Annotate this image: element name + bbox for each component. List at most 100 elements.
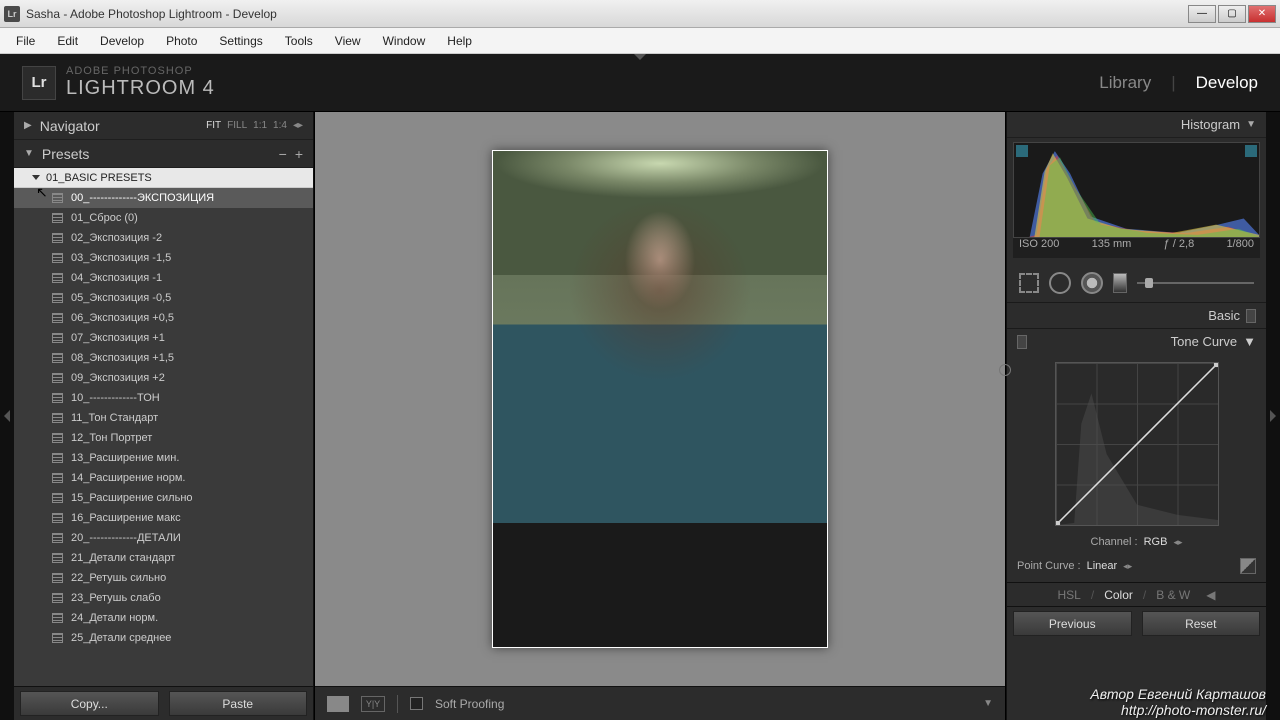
brush-size-slider[interactable] bbox=[1137, 282, 1254, 284]
preset-label: 20_-------------ДЕТАЛИ bbox=[71, 532, 181, 544]
zoom-1-4[interactable]: 1:4 bbox=[273, 120, 287, 131]
chevron-updown-icon[interactable]: ◂▸ bbox=[1173, 537, 1182, 548]
target-adjust-icon[interactable] bbox=[999, 364, 1011, 376]
navigator-header[interactable]: ▶ Navigator FIT FILL 1:1 1:4 ◂▸ bbox=[14, 112, 313, 140]
preset-item[interactable]: 24_Детали норм. bbox=[14, 608, 313, 628]
zoom-chevron-icon[interactable]: ◂▸ bbox=[293, 120, 303, 131]
preset-item[interactable]: 10_-------------ТОН bbox=[14, 388, 313, 408]
preset-item[interactable]: 12_Тон Портрет bbox=[14, 428, 313, 448]
preset-item[interactable]: 21_Детали стандарт bbox=[14, 548, 313, 568]
gradient-tool-icon[interactable] bbox=[1113, 273, 1127, 293]
preset-item[interactable]: 15_Расширение сильно bbox=[14, 488, 313, 508]
reset-button[interactable]: Reset bbox=[1142, 611, 1261, 636]
preset-item[interactable]: 02_Экспозиция -2 bbox=[14, 228, 313, 248]
preset-label: 03_Экспозиция -1,5 bbox=[71, 252, 171, 264]
channel-select[interactable]: RGB bbox=[1144, 536, 1168, 548]
tab-color[interactable]: Color bbox=[1104, 588, 1133, 602]
tone-curve-graph[interactable] bbox=[1055, 362, 1219, 526]
preset-icon bbox=[52, 193, 63, 203]
preset-item[interactable]: 00_-------------ЭКСПОЗИЦИЯ bbox=[14, 188, 313, 208]
preset-item[interactable]: 23_Ретушь слабо bbox=[14, 588, 313, 608]
maximize-button[interactable]: ▢ bbox=[1218, 5, 1246, 23]
crop-tool-icon[interactable] bbox=[1019, 273, 1039, 293]
menu-help[interactable]: Help bbox=[437, 31, 482, 51]
paste-button[interactable]: Paste bbox=[169, 691, 308, 716]
right-panel-grip[interactable] bbox=[1266, 112, 1280, 720]
panel-switch-icon[interactable] bbox=[1246, 309, 1256, 323]
curve-edit-icon[interactable] bbox=[1240, 558, 1256, 574]
basic-header[interactable]: Basic bbox=[1007, 302, 1266, 328]
preset-item[interactable]: 22_Ретушь сильно bbox=[14, 568, 313, 588]
preset-icon bbox=[52, 493, 63, 503]
presets-collapse-icon[interactable]: − bbox=[279, 146, 287, 162]
preset-item[interactable]: 14_Расширение норм. bbox=[14, 468, 313, 488]
redeye-tool-icon[interactable] bbox=[1081, 272, 1103, 294]
loupe-view-icon[interactable] bbox=[327, 696, 349, 712]
panel-switch-icon[interactable] bbox=[1017, 335, 1027, 349]
preset-item[interactable]: 13_Расширение мин. bbox=[14, 448, 313, 468]
zoom-1-1[interactable]: 1:1 bbox=[253, 120, 267, 131]
menu-view[interactable]: View bbox=[325, 31, 371, 51]
presets-add-icon[interactable]: + bbox=[295, 146, 303, 162]
preset-label: 24_Детали норм. bbox=[71, 612, 158, 624]
tonecurve-header[interactable]: Tone Curve ▼ bbox=[1007, 328, 1266, 354]
chevron-updown-icon[interactable]: ◂▸ bbox=[1123, 561, 1132, 572]
spot-tool-icon[interactable] bbox=[1049, 272, 1071, 294]
tab-hsl[interactable]: HSL bbox=[1058, 588, 1081, 602]
left-panel-grip[interactable] bbox=[0, 112, 14, 720]
disclosure-down-icon: ▼ bbox=[1246, 119, 1256, 130]
preset-item[interactable]: 09_Экспозиция +2 bbox=[14, 368, 313, 388]
preset-label: 06_Экспозиция +0,5 bbox=[71, 312, 174, 324]
logo-icon: Lr bbox=[22, 66, 56, 100]
pointcurve-select[interactable]: Linear bbox=[1087, 560, 1118, 572]
before-after-icon[interactable]: Y|Y bbox=[361, 696, 385, 712]
menu-tools[interactable]: Tools bbox=[275, 31, 323, 51]
preset-item[interactable]: 25_Детали среднее bbox=[14, 628, 313, 648]
module-library[interactable]: Library bbox=[1099, 73, 1151, 93]
preset-item[interactable]: 05_Экспозиция -0,5 bbox=[14, 288, 313, 308]
meta-shutter: 1/800 bbox=[1226, 238, 1254, 258]
tone-curve-panel: Channel : RGB ◂▸ Point Curve : Linear ◂▸ bbox=[1007, 354, 1266, 582]
preset-item[interactable]: 08_Экспозиция +1,5 bbox=[14, 348, 313, 368]
preset-label: 04_Экспозиция -1 bbox=[71, 272, 162, 284]
toolbar-more-icon[interactable]: ▼ bbox=[983, 698, 993, 709]
center-canvas: Y|Y Soft Proofing ▼ bbox=[314, 112, 1006, 720]
histogram-header[interactable]: Histogram ▼ bbox=[1007, 112, 1266, 138]
copy-button[interactable]: Copy... bbox=[20, 691, 159, 716]
preset-item[interactable]: 16_Расширение макс bbox=[14, 508, 313, 528]
menu-file[interactable]: File bbox=[6, 31, 45, 51]
preset-icon bbox=[52, 273, 63, 283]
softproof-checkbox[interactable] bbox=[410, 697, 423, 710]
preset-item[interactable]: 11_Тон Стандарт bbox=[14, 408, 313, 428]
close-button[interactable]: ✕ bbox=[1248, 5, 1276, 23]
menu-photo[interactable]: Photo bbox=[156, 31, 207, 51]
preset-item[interactable]: 03_Экспозиция -1,5 bbox=[14, 248, 313, 268]
tab-bw[interactable]: B & W bbox=[1156, 588, 1190, 602]
preset-item[interactable]: 06_Экспозиция +0,5 bbox=[14, 308, 313, 328]
preset-label: 10_-------------ТОН bbox=[71, 392, 160, 404]
preset-item[interactable]: 07_Экспозиция +1 bbox=[14, 328, 313, 348]
preset-folder[interactable]: 01_BASIC PRESETS ↖ bbox=[14, 168, 313, 188]
presets-header[interactable]: ▼ Presets − + bbox=[14, 140, 313, 168]
zoom-fit[interactable]: FIT bbox=[206, 120, 221, 131]
preset-item[interactable]: 20_-------------ДЕТАЛИ bbox=[14, 528, 313, 548]
photo-preview[interactable] bbox=[492, 150, 828, 648]
previous-button[interactable]: Previous bbox=[1013, 611, 1132, 636]
menu-window[interactable]: Window bbox=[373, 31, 436, 51]
photo-metadata: ISO 200 135 mm ƒ / 2,8 1/800 bbox=[1013, 238, 1260, 258]
preset-icon bbox=[52, 213, 63, 223]
minimize-button[interactable]: — bbox=[1188, 5, 1216, 23]
menu-develop[interactable]: Develop bbox=[90, 31, 154, 51]
preset-item[interactable]: 01_Сброс (0) bbox=[14, 208, 313, 228]
histogram-display[interactable] bbox=[1013, 142, 1260, 238]
preset-icon bbox=[52, 413, 63, 423]
module-develop[interactable]: Develop bbox=[1196, 73, 1258, 93]
top-panel-grip-icon[interactable] bbox=[634, 54, 646, 60]
zoom-fill[interactable]: FILL bbox=[227, 120, 247, 131]
chevron-right-icon bbox=[1270, 410, 1276, 422]
presets-title: Presets bbox=[42, 146, 89, 162]
preset-icon bbox=[52, 613, 63, 623]
menu-settings[interactable]: Settings bbox=[209, 31, 272, 51]
preset-item[interactable]: 04_Экспозиция -1 bbox=[14, 268, 313, 288]
menu-edit[interactable]: Edit bbox=[47, 31, 88, 51]
